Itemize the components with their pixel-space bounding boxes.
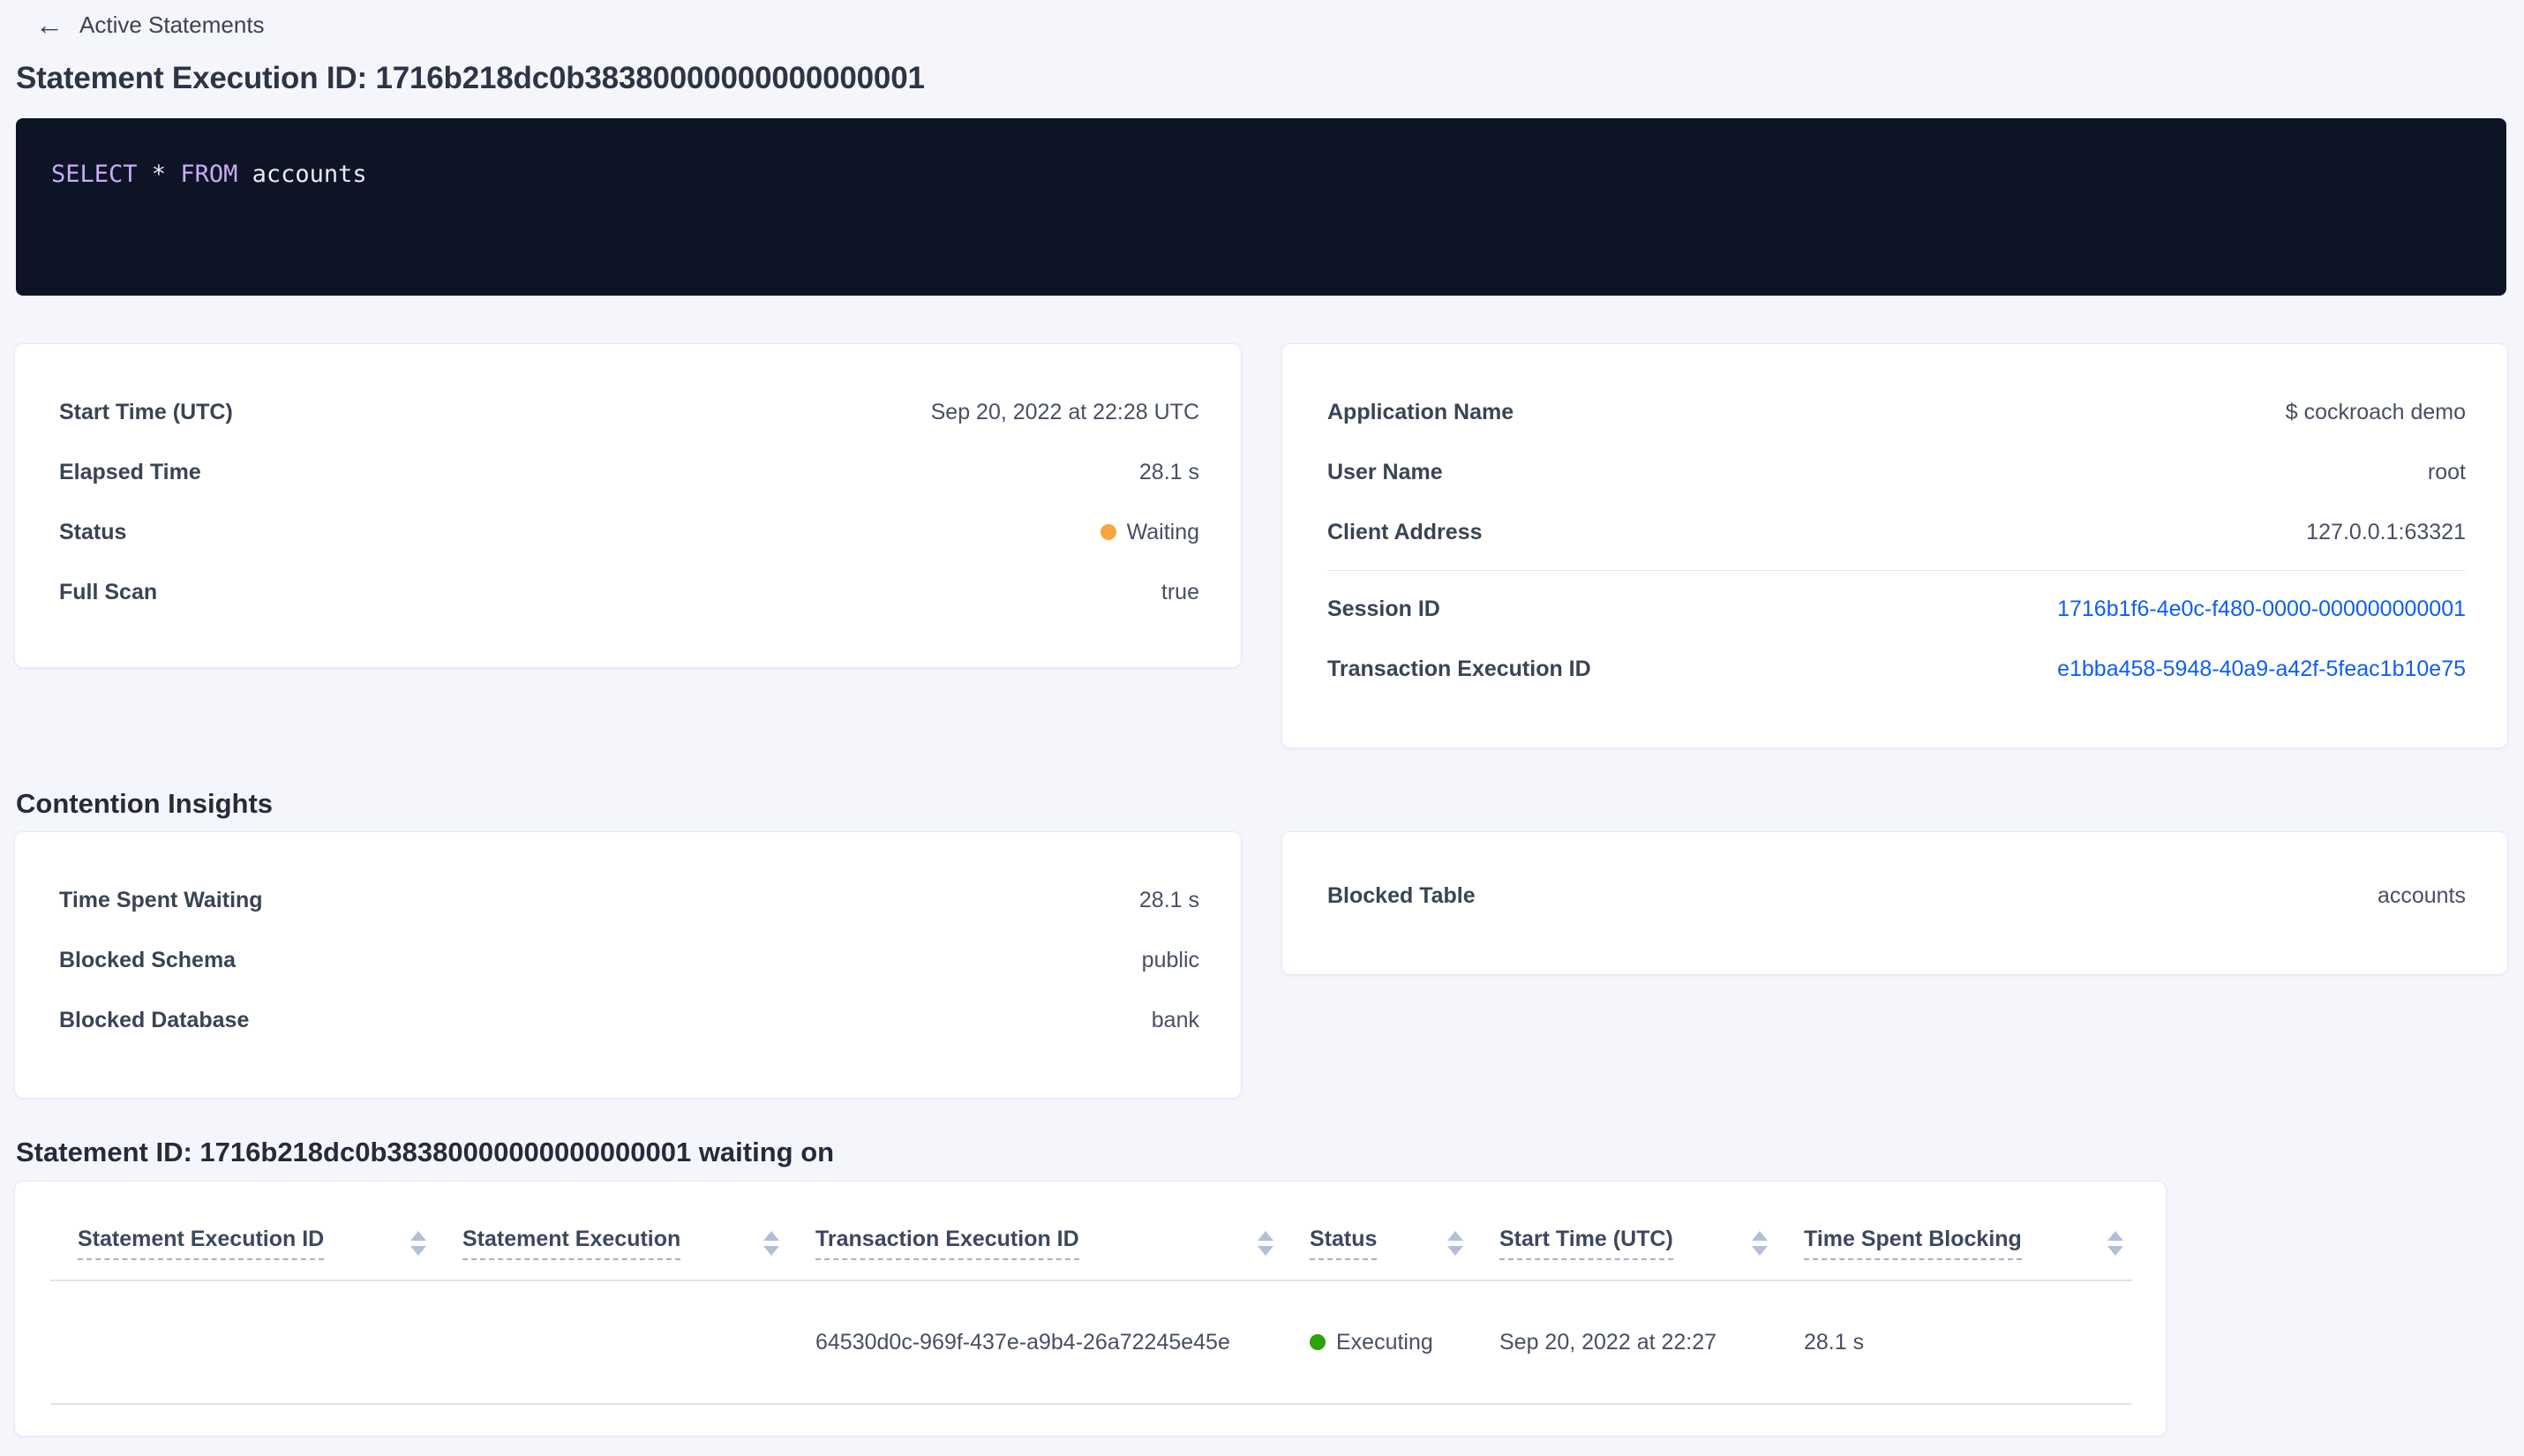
sort-icon[interactable] <box>2107 1231 2123 1256</box>
transaction-execution-id-link[interactable]: e1bba458-5948-40a9-a42f-5feac1b10e75 <box>2057 657 2466 682</box>
table-header-row: Statement Execution ID Statement Executi… <box>50 1182 2132 1281</box>
blocked-table-row: Blocked Table accounts <box>1327 866 2466 926</box>
cell-statement-execution <box>435 1280 788 1405</box>
sql-keyword-from: FROM <box>180 161 238 188</box>
sql-statement-box: SELECT * FROM accounts <box>16 118 2506 296</box>
elapsed-time-row: Elapsed Time 28.1 s <box>59 442 1199 502</box>
sort-icon[interactable] <box>1752 1231 1768 1256</box>
status-waiting-text: Waiting <box>1126 519 1199 544</box>
start-time-value: Sep 20, 2022 at 22:28 UTC <box>930 399 1199 424</box>
full-scan-value: true <box>1161 579 1199 604</box>
waiting-on-heading: Statement ID: 1716b218dc0b38380000000000… <box>16 1137 835 1167</box>
user-name-label: User Name <box>1327 459 1443 484</box>
column-header-status[interactable]: Status <box>1282 1182 1472 1281</box>
cell-time-spent-blocking: 28.1 s <box>1777 1280 2132 1405</box>
elapsed-time-value: 28.1 s <box>1138 459 1199 484</box>
waiting-on-table: Statement Execution ID Statement Executi… <box>50 1182 2132 1405</box>
blocked-table-label: Blocked Table <box>1327 882 1476 908</box>
elapsed-time-label: Elapsed Time <box>59 459 201 484</box>
column-header-transaction-execution-id[interactable]: Transaction Execution ID <box>788 1182 1282 1281</box>
contention-right-card: Blocked Table accounts <box>1281 831 2508 975</box>
blocked-database-row: Blocked Database bank <box>59 990 1199 1050</box>
sort-icon[interactable] <box>1447 1231 1463 1256</box>
column-header-statement-execution-label[interactable]: Statement Execution <box>462 1227 681 1260</box>
table-row: 64530d0c-969f-437e-a9b4-26a72245e45e Exe… <box>50 1280 2132 1405</box>
start-time-label: Start Time (UTC) <box>59 399 233 424</box>
back-arrow-icon: ← <box>35 9 64 41</box>
contention-left-card: Time Spent Waiting 28.1 s Blocked Schema… <box>14 831 1242 1099</box>
waiting-on-table-card: Statement Execution ID Statement Executi… <box>14 1181 2167 1437</box>
sort-icon[interactable] <box>763 1231 779 1256</box>
contention-cards-row: Time Spent Waiting 28.1 s Blocked Schema… <box>14 831 2508 1099</box>
application-name-value: $ cockroach demo <box>2285 399 2466 424</box>
time-spent-waiting-label: Time Spent Waiting <box>59 887 263 912</box>
user-name-value: root <box>2427 459 2466 484</box>
sql-statement-text: SELECT * FROM accounts <box>51 160 2471 190</box>
column-header-start-time[interactable]: Start Time (UTC) <box>1472 1182 1777 1281</box>
status-executing-dot <box>1310 1334 1326 1350</box>
transaction-execution-id-row: Transaction Execution ID e1bba458-5948-4… <box>1327 639 2466 699</box>
column-header-status-label[interactable]: Status <box>1310 1227 1378 1260</box>
sort-icon[interactable] <box>1258 1231 1273 1256</box>
back-link[interactable]: ← Active Statements <box>0 0 265 41</box>
client-address-value: 127.0.0.1:63321 <box>2306 519 2466 544</box>
full-scan-label: Full Scan <box>59 579 158 604</box>
session-id-link[interactable]: 1716b1f6-4e0c-f480-0000-000000000001 <box>2057 597 2466 622</box>
blocked-schema-label: Blocked Schema <box>59 947 237 972</box>
cell-start-time: Sep 20, 2022 at 22:27 <box>1472 1280 1777 1405</box>
contention-insights-heading: Contention Insights <box>16 788 274 819</box>
column-header-start-time-label[interactable]: Start Time (UTC) <box>1499 1227 1673 1260</box>
blocked-schema-row: Blocked Schema public <box>59 930 1199 990</box>
sql-table-name: accounts <box>237 161 367 188</box>
status-label: Status <box>59 519 127 544</box>
column-header-time-spent-blocking[interactable]: Time Spent Blocking <box>1777 1182 2132 1281</box>
sort-icon[interactable] <box>410 1231 426 1256</box>
transaction-execution-id-label: Transaction Execution ID <box>1327 656 1591 681</box>
client-address-label: Client Address <box>1327 519 1483 544</box>
blocked-database-value: bank <box>1151 1007 1199 1032</box>
application-name-label: Application Name <box>1327 399 1514 424</box>
column-header-statement-execution-id-label[interactable]: Statement Execution ID <box>78 1227 325 1260</box>
cell-transaction-execution-id: 64530d0c-969f-437e-a9b4-26a72245e45e <box>788 1280 1282 1405</box>
column-header-time-spent-blocking-label[interactable]: Time Spent Blocking <box>1804 1227 2022 1260</box>
status-waiting-dot <box>1100 524 1116 540</box>
status-value: Waiting <box>1100 520 1199 545</box>
session-id-row: Session ID 1716b1f6-4e0c-f480-0000-00000… <box>1327 579 2466 639</box>
cell-status: Executing <box>1282 1280 1472 1405</box>
session-id-label: Session ID <box>1327 596 1440 621</box>
blocked-database-label: Blocked Database <box>59 1007 250 1032</box>
cell-statement-execution-id <box>50 1280 435 1405</box>
time-spent-waiting-row: Time Spent Waiting 28.1 s <box>59 870 1199 930</box>
user-name-row: User Name root <box>1327 442 2466 502</box>
card-divider <box>1327 570 2466 571</box>
summary-cards-row: Start Time (UTC) Sep 20, 2022 at 22:28 U… <box>14 343 2508 748</box>
client-address-row: Client Address 127.0.0.1:63321 <box>1327 502 2466 562</box>
back-link-label: Active Statements <box>79 11 265 38</box>
column-header-statement-execution[interactable]: Statement Execution <box>435 1182 788 1281</box>
status-executing-text: Executing <box>1336 1329 1433 1355</box>
column-header-transaction-execution-id-label[interactable]: Transaction Execution ID <box>815 1227 1079 1260</box>
start-time-row: Start Time (UTC) Sep 20, 2022 at 22:28 U… <box>59 382 1199 442</box>
full-scan-row: Full Scan true <box>59 562 1199 622</box>
time-spent-waiting-value: 28.1 s <box>1138 887 1199 912</box>
execution-summary-card: Start Time (UTC) Sep 20, 2022 at 22:28 U… <box>14 343 1242 668</box>
sql-plain-star: * <box>137 161 181 188</box>
page-title: Statement Execution ID: 1716b218dc0b3838… <box>16 61 925 95</box>
status-row: Status Waiting <box>59 502 1199 562</box>
blocked-table-value: accounts <box>2377 882 2466 908</box>
blocked-schema-value: public <box>1141 947 1199 972</box>
column-header-statement-execution-id[interactable]: Statement Execution ID <box>50 1182 435 1281</box>
sql-keyword-select: SELECT <box>51 161 138 188</box>
session-summary-card: Application Name $ cockroach demo User N… <box>1281 343 2508 748</box>
application-name-row: Application Name $ cockroach demo <box>1327 382 2466 442</box>
